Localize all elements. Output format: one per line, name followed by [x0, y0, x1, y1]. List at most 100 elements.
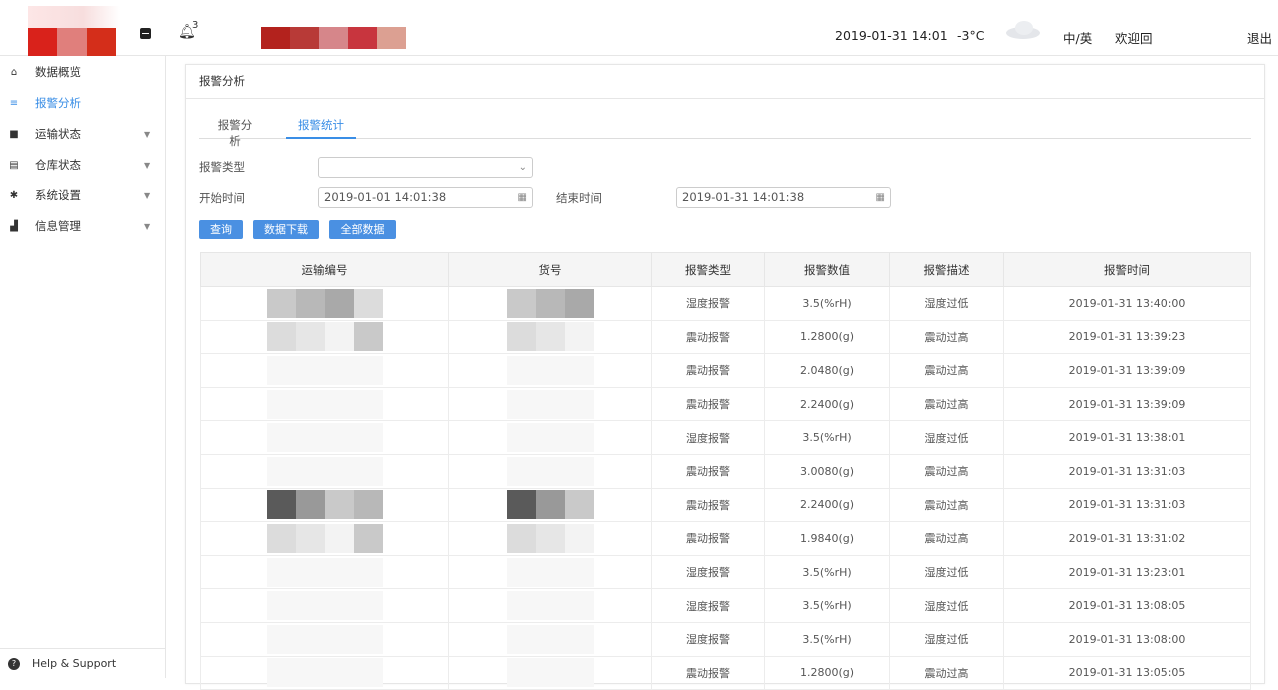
tab-bar: 报警分析 报警统计 [199, 117, 1251, 148]
table-cell: 震动过高 [889, 453, 1004, 489]
table-cell: 2019-01-31 13:31:02 [1003, 521, 1251, 556]
redaction-block [324, 423, 354, 453]
alarm-type-select[interactable]: ⌄ [318, 157, 533, 178]
redaction-block [506, 658, 536, 688]
redaction-block [266, 624, 296, 654]
redaction-block [564, 322, 594, 352]
redaction-block [295, 423, 325, 453]
redaction-block [266, 658, 296, 688]
table-row[interactable]: 震动报警 2.2400(g) 震动过高 2019-01-31 13:31:03 [200, 487, 1251, 523]
redacted-transport-id [200, 487, 449, 523]
info-icon: ▟ [10, 220, 18, 232]
table-cell: 3.5(%rH) [764, 420, 890, 455]
language-switch[interactable]: 中/英 [1063, 28, 1092, 47]
redacted-transport-id [200, 655, 449, 690]
logout-link[interactable]: 退出 [1247, 28, 1272, 47]
calendar-icon: ▦ [875, 192, 885, 203]
sidebar-item-settings[interactable]: ✱ 系统设置 ▼ [0, 180, 166, 210]
sidebar-item-warehouse[interactable]: ▤ 仓库状态 ▼ [0, 150, 166, 180]
redaction-block [295, 389, 325, 419]
redacted-item-no [448, 655, 652, 690]
redaction-block [564, 658, 594, 688]
redaction-block [266, 557, 296, 587]
redaction-block [266, 490, 296, 520]
redacted-transport-id [200, 453, 449, 489]
redaction-block [295, 456, 325, 486]
page-title: 报警分析 [186, 65, 1264, 99]
tab-alarm-analysis[interactable]: 报警分析 [213, 117, 257, 148]
chevron-down-icon: ▼ [144, 190, 151, 200]
table-row[interactable]: 震动报警 2.0480(g) 震动过高 2019-01-31 13:39:09 [200, 353, 1251, 388]
table-cell: 震动报警 [651, 353, 765, 388]
column-header[interactable]: 货号 [448, 252, 652, 287]
redaction-block [266, 591, 296, 621]
sidebar-item-info[interactable]: ▟ 信息管理 ▼ [0, 211, 166, 241]
table-cell: 震动报警 [651, 521, 765, 556]
menu-toggle-icon[interactable] [140, 28, 151, 39]
sidebar-item-label: 系统设置 [35, 188, 81, 202]
redacted-item-no [448, 453, 652, 489]
column-header[interactable]: 运输编号 [200, 252, 449, 287]
redaction-block [535, 557, 565, 587]
list-icon: ≡ [9, 97, 19, 109]
all-data-button[interactable]: 全部数据 [329, 220, 396, 239]
redaction-block [506, 355, 536, 385]
column-header[interactable]: 报警数值 [764, 252, 890, 287]
column-header[interactable]: 报警描述 [889, 252, 1004, 287]
sidebar-item-overview[interactable]: ⌂ 数据概览 [0, 57, 166, 87]
table-row[interactable]: 湿度报警 3.5(%rH) 湿度过低 2019-01-31 13:08:00 [200, 621, 1251, 657]
table-cell: 湿度报警 [651, 554, 765, 590]
query-button[interactable]: 查询 [199, 220, 243, 239]
redaction-block [353, 456, 383, 486]
redaction-block [295, 523, 325, 553]
redaction-block [353, 389, 383, 419]
table-row[interactable]: 湿度报警 3.5(%rH) 湿度过低 2019-01-31 13:40:00 [200, 286, 1251, 321]
table-cell: 3.5(%rH) [764, 286, 890, 321]
table-row[interactable]: 震动报警 1.9840(g) 震动过高 2019-01-31 13:31:02 [200, 521, 1251, 556]
redacted-item-no [448, 319, 652, 355]
table-row[interactable]: 震动报警 1.2800(g) 震动过高 2019-01-31 13:39:23 [200, 319, 1251, 355]
calendar-icon: ▦ [517, 192, 527, 203]
table-cell: 2019-01-31 13:40:00 [1003, 286, 1251, 321]
help-support-link[interactable]: ? Help & Support [0, 648, 166, 678]
table-row[interactable]: 湿度报警 3.5(%rH) 湿度过低 2019-01-31 13:08:05 [200, 588, 1251, 623]
redaction-block [564, 355, 594, 385]
table-cell: 震动过高 [889, 319, 1004, 355]
redaction-block [506, 456, 536, 486]
header-temperature: -3°C [957, 28, 985, 43]
sidebar-item-label: 运输状态 [35, 127, 81, 141]
redaction-block [506, 288, 536, 318]
table-row[interactable]: 湿度报警 3.5(%rH) 湿度过低 2019-01-31 13:23:01 [200, 554, 1251, 590]
table-cell: 湿度过低 [889, 554, 1004, 590]
table-cell: 2019-01-31 13:39:23 [1003, 319, 1251, 355]
header-banner [261, 27, 406, 49]
start-time-input[interactable]: 2019-01-01 14:01:38 ▦ [318, 187, 533, 208]
redaction-block [564, 624, 594, 654]
redaction-block [564, 490, 594, 520]
redacted-item-no [448, 554, 652, 590]
tab-alarm-statistics[interactable]: 报警统计 [286, 117, 356, 139]
redaction-block [324, 557, 354, 587]
redacted-item-no [448, 420, 652, 455]
table-cell: 震动报警 [651, 487, 765, 523]
sidebar-item-transport[interactable]: ■ 运输状态 ▼ [0, 119, 166, 149]
table-row[interactable]: 震动报警 1.2800(g) 震动过高 2019-01-31 13:05:05 [200, 655, 1251, 690]
table-cell: 震动过高 [889, 386, 1004, 422]
redaction-block [535, 355, 565, 385]
redaction-block [266, 456, 296, 486]
redaction-block [353, 423, 383, 453]
table-row[interactable]: 震动报警 2.2400(g) 震动过高 2019-01-31 13:39:09 [200, 386, 1251, 422]
table-row[interactable]: 湿度报警 3.5(%rH) 湿度过低 2019-01-31 13:38:01 [200, 420, 1251, 455]
download-button[interactable]: 数据下载 [253, 220, 319, 239]
column-header[interactable]: 报警时间 [1003, 252, 1251, 287]
redacted-transport-id [200, 554, 449, 590]
table-cell: 湿度过低 [889, 621, 1004, 657]
sidebar-item-alarm-analysis[interactable]: ≡ 报警分析 [0, 88, 166, 118]
alarm-type-label: 报警类型 [199, 160, 245, 174]
redaction-block [295, 288, 325, 318]
column-header[interactable]: 报警类型 [651, 252, 765, 287]
end-time-input[interactable]: 2019-01-31 14:01:38 ▦ [676, 187, 891, 208]
table-row[interactable]: 震动报警 3.0080(g) 震动过高 2019-01-31 13:31:03 [200, 453, 1251, 489]
redaction-block [324, 389, 354, 419]
redaction-block [266, 355, 296, 385]
